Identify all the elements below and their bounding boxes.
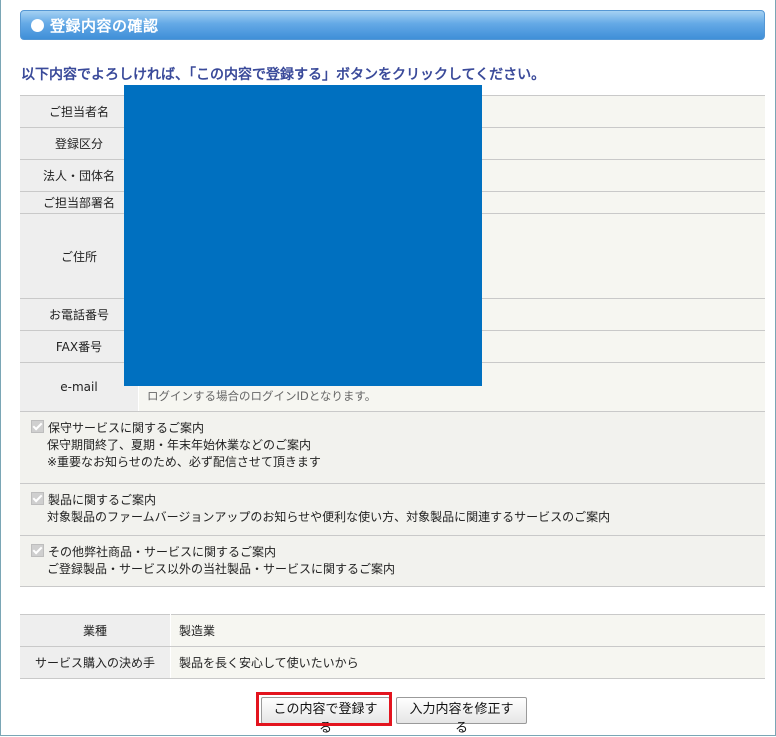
bullet-icon bbox=[31, 18, 44, 32]
section-header: 登録内容の確認 bbox=[20, 10, 765, 40]
field-label: ご担当部署名 bbox=[20, 191, 139, 214]
checkbox-checked-icon[interactable] bbox=[31, 492, 44, 505]
consent-desc: 対象製品のファームバージョンアップのお知らせや便利な使い方、対象製品に関連するサ… bbox=[47, 510, 611, 524]
field-label: 業種 bbox=[20, 614, 171, 647]
field-label: ご住所 bbox=[20, 213, 139, 299]
field-value: 製造業 bbox=[170, 614, 765, 647]
consent-maintenance: 保守サービスに関するご案内 保守期間終了、夏期・年末年始休業などのご案内 ※重要… bbox=[20, 412, 765, 484]
consent-desc-note: ※重要なお知らせのため、必ず配信させて頂きます bbox=[47, 455, 321, 469]
consent-other: その他弊社商品・サービスに関するご案内 ご登録製品・サービス以外の当社製品・サー… bbox=[20, 536, 765, 587]
edit-input-button[interactable]: 入力内容を修正する bbox=[396, 697, 527, 736]
field-label: 登録区分 bbox=[20, 127, 139, 160]
checkbox-checked-icon[interactable] bbox=[31, 420, 44, 433]
field-value: 製品を長く安心して使いたいから bbox=[170, 646, 765, 679]
field-label: 法人・団体名 bbox=[20, 159, 139, 192]
consent-desc: ご登録製品・サービス以外の当社製品・サービスに関するご案内 bbox=[47, 562, 396, 576]
confirm-register-button[interactable]: この内容で登録する bbox=[261, 697, 390, 736]
field-label: FAX番号 bbox=[20, 330, 139, 363]
consent-title: その他弊社商品・サービスに関するご案内 bbox=[48, 545, 277, 559]
table-row: サービス購入の決め手 製品を長く安心して使いたいから bbox=[20, 646, 765, 679]
field-label: ご担当者名 bbox=[20, 95, 139, 128]
field-label: お電話番号 bbox=[20, 298, 139, 331]
consent-product: 製品に関するご案内 対象製品のファームバージョンアップのお知らせや便利な使い方、… bbox=[20, 484, 765, 536]
instruction-text: 以下内容でよろしければ、「この内容で登録する」ボタンをクリックしてください。 bbox=[21, 67, 546, 83]
field-label: サービス購入の決め手 bbox=[20, 646, 171, 679]
consent-title: 保守サービスに関するご案内 bbox=[48, 421, 205, 435]
redaction-box bbox=[124, 85, 482, 386]
extra-info-table: 業種 製造業 サービス購入の決め手 製品を長く安心して使いたいから bbox=[20, 614, 765, 679]
consent-desc: 保守期間終了、夏期・年末年始休業などのご案内 bbox=[47, 438, 312, 452]
field-label: e-mail bbox=[20, 362, 139, 412]
table-row: 業種 製造業 bbox=[20, 614, 765, 647]
checkbox-checked-icon[interactable] bbox=[31, 544, 44, 557]
consent-title: 製品に関するご案内 bbox=[48, 493, 157, 507]
email-note: ログインする場合のログインIDとなります。 bbox=[147, 389, 377, 403]
section-title: 登録内容の確認 bbox=[50, 16, 159, 35]
